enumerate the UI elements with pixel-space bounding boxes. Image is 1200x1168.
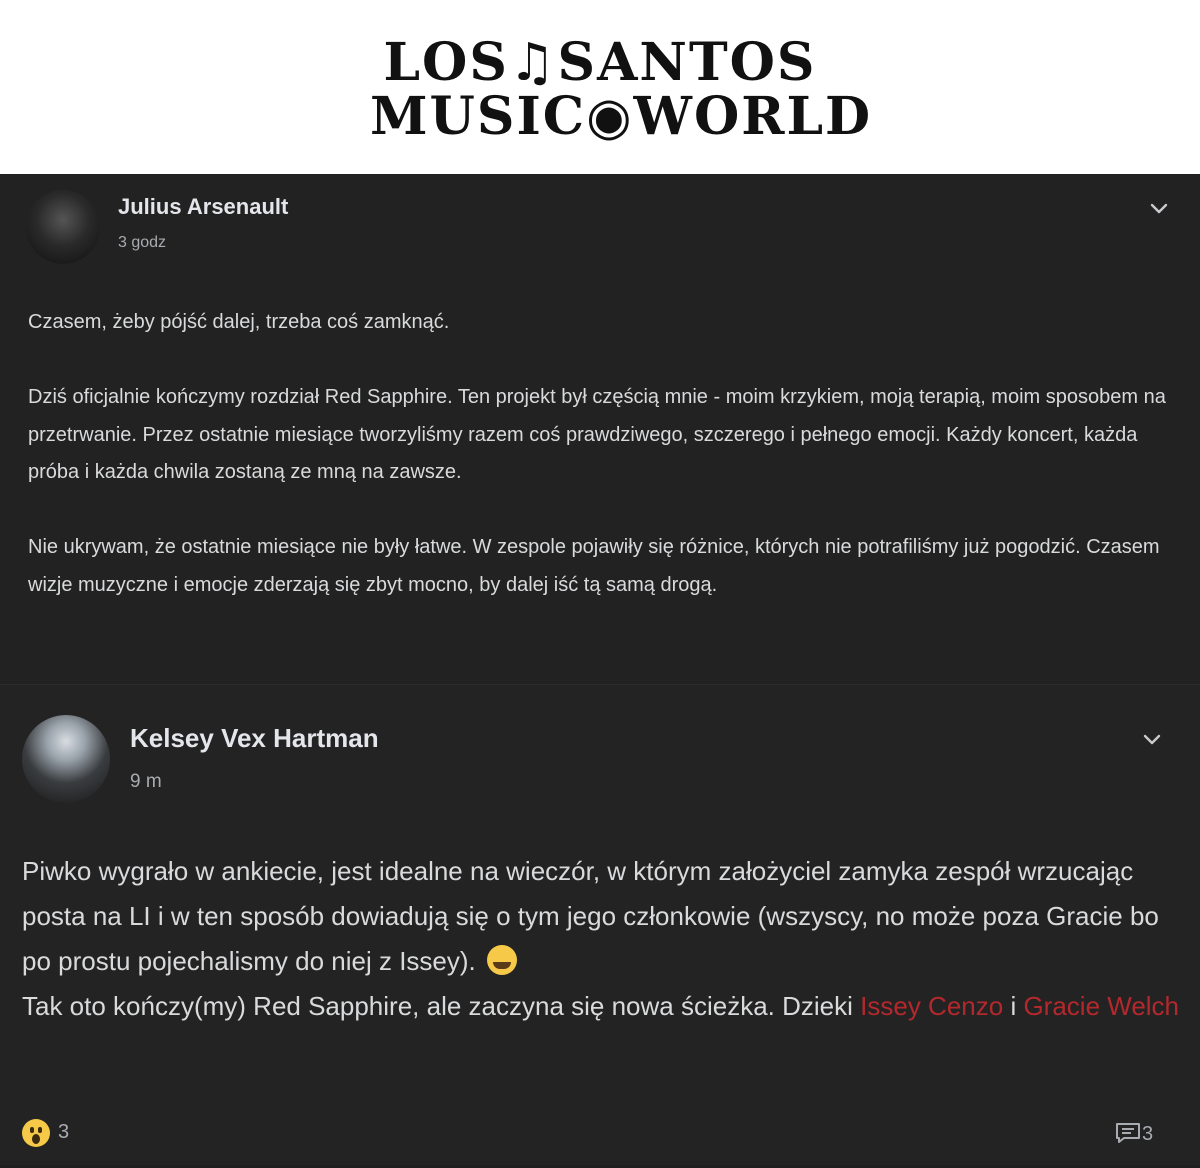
author-name[interactable]: Julius Arsenault [118, 194, 288, 220]
post-text: Piwko wygrało w ankiecie, jest idealne n… [22, 856, 1159, 976]
comment-icon [1116, 1123, 1140, 1143]
post-body: Piwko wygrało w ankiecie, jest idealne n… [22, 849, 1182, 1029]
logo-line-2: MUSIC◉WORLD [370, 86, 873, 147]
wow-emoji-icon [22, 1119, 50, 1147]
post-paragraph: Czasem, żeby pójść dalej, trzeba coś zam… [28, 311, 450, 333]
post-text: Tak oto kończy(my) Red Sapphire, ale zac… [22, 991, 861, 1021]
post-card-2: Kelsey Vex Hartman 9 m Piwko wygrało w a… [0, 684, 1200, 1165]
post-paragraph: Tak oto kończy(my) Red Sapphire, ale zac… [22, 984, 1182, 1029]
post-text: i [1003, 991, 1024, 1021]
reaction-count: 3 [58, 1121, 70, 1143]
avatar[interactable] [22, 715, 110, 803]
post-paragraph: Piwko wygrało w ankiecie, jest idealne n… [22, 849, 1182, 984]
mention-link[interactable]: Gracie Welch [1023, 991, 1179, 1021]
laughing-emoji-icon [487, 945, 518, 975]
chevron-down-icon[interactable] [1140, 727, 1164, 751]
post-paragraph: Nie ukrywam, że ostatnie miesiące nie by… [28, 536, 1166, 596]
avatar[interactable] [26, 190, 100, 264]
post-body: Czasem, żeby pójść dalej, trzeba coś zam… [28, 304, 1168, 604]
mention-link[interactable]: Issey Cenzo [860, 991, 1003, 1021]
site-logo: LOS♫SANTOS MUSIC◉WORLD [370, 28, 873, 148]
comment-count: 3 [1142, 1123, 1154, 1145]
post-time[interactable]: 9 m [130, 771, 162, 793]
post-paragraph: Dziś oficjalnie kończymy rozdział Red Sa… [28, 386, 1172, 483]
post-time[interactable]: 3 godz [118, 234, 166, 252]
post-card-1: Julius Arsenault 3 godz Czasem, żeby pój… [0, 174, 1200, 684]
chevron-down-icon[interactable] [1147, 196, 1171, 220]
site-header: LOS♫SANTOS MUSIC◉WORLD [0, 0, 1200, 174]
logo-line-1: LOS♫SANTOS [383, 32, 817, 93]
author-name[interactable]: Kelsey Vex Hartman [130, 723, 379, 754]
